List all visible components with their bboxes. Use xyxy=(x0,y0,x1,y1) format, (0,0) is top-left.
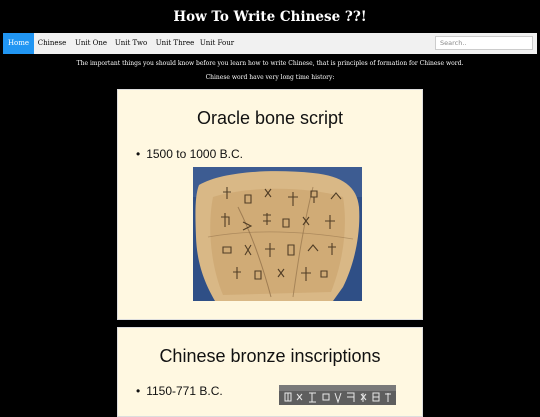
slide-bullet-text: 1150-771 B.C. xyxy=(146,384,223,398)
nav-unit-three-link[interactable]: Unit Three xyxy=(154,33,196,54)
page-title: How To Write Chinese ??! xyxy=(173,9,367,25)
nav-unit-four-link[interactable]: Unit Four xyxy=(199,33,235,54)
search-input[interactable] xyxy=(435,36,533,50)
intro-text: The important things you should know bef… xyxy=(76,60,464,67)
nav-unit-one-link[interactable]: Unit One xyxy=(73,33,109,54)
slide-bronze-inscriptions: Chinese bronze inscriptions • 1150-771 B.… xyxy=(117,327,423,417)
top-navbar: Home Chinese Unit One Unit Two Unit Thre… xyxy=(3,33,537,54)
slide-title: Oracle bone script xyxy=(196,108,344,128)
intro-history-text: Chinese word have very long time history… xyxy=(205,74,335,81)
bronze-inscription-image xyxy=(279,385,396,405)
slide-oracle-bone: Oracle bone script • 1500 to 1000 B.C. xyxy=(117,89,423,320)
nav-chinese-link[interactable]: Chinese xyxy=(36,33,68,54)
nav-home-link[interactable]: Home xyxy=(3,33,34,54)
slide-bullet: • 1500 to 1000 B.C. xyxy=(136,147,243,161)
slide-bullet: • 1150-771 B.C. xyxy=(136,384,223,398)
oracle-bone-image xyxy=(193,167,362,301)
slide-title: Chinese bronze inscriptions xyxy=(159,346,381,366)
nav-unit-two-link[interactable]: Unit Two xyxy=(113,33,149,54)
slide-bullet-text: 1500 to 1000 B.C. xyxy=(146,147,243,161)
